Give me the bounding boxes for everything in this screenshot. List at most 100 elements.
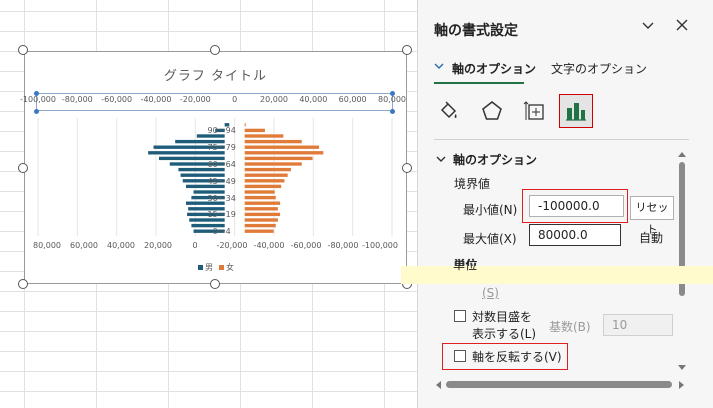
bar-female[interactable] (244, 190, 275, 194)
bottom-axis-tick-label: 80,000 (33, 241, 61, 250)
bar-female[interactable] (244, 123, 246, 127)
bar-female[interactable] (244, 207, 278, 211)
min-bound-input[interactable] (529, 195, 624, 217)
category-label: 45〜49 (207, 176, 236, 186)
chart-resize-handle[interactable] (18, 279, 28, 289)
top-axis-tick-label: -60,000 (101, 95, 133, 104)
top-axis-tick-label: 60,000 (338, 95, 367, 104)
units-label-overlay: 単位 (453, 258, 478, 272)
active-tab-indicator (434, 82, 524, 84)
top-axis-tick-label: -100,000 (20, 95, 56, 104)
bar-female[interactable] (244, 162, 302, 166)
scroll-up-icon[interactable] (676, 150, 688, 160)
reset-button[interactable]: リセット (630, 196, 674, 236)
category-label: 90〜94 (207, 126, 236, 136)
category-label: 30〜34 (207, 193, 236, 203)
log-base-input[interactable] (603, 314, 673, 336)
top-axis-tick-label: 20,000 (260, 95, 288, 104)
bar-female[interactable] (244, 145, 320, 149)
legend-item-female: 女 (219, 262, 234, 273)
bar-female[interactable] (244, 173, 288, 177)
bottom-axis-tick-label: 0 (192, 241, 198, 250)
chevron-down-icon[interactable] (436, 154, 446, 167)
axis-options-button[interactable] (559, 94, 593, 128)
legend-swatch-male (198, 265, 203, 270)
scroll-left-icon[interactable] (434, 380, 444, 390)
bottom-axis-tick-label: -40,000 (253, 241, 285, 250)
chart-resize-handle[interactable] (402, 163, 412, 173)
pane-options-dropdown-icon[interactable] (638, 18, 658, 38)
bar-chart-icon (566, 103, 586, 121)
format-axis-pane: 軸の書式設定 軸のオプション 文字のオプション 軸のオプション 境界値 最小値(… (417, 0, 713, 408)
top-axis-tick-label: 0 (232, 95, 238, 104)
bar-female[interactable] (244, 156, 313, 161)
bar-female[interactable] (244, 134, 284, 138)
chart-resize-handle[interactable] (18, 163, 28, 173)
bar-female[interactable] (244, 201, 281, 205)
category-label: 0〜4 (212, 227, 231, 237)
divider (434, 139, 689, 140)
size-properties-icon (523, 101, 544, 120)
auto-label: 自動 (639, 231, 664, 245)
bar-female[interactable] (244, 184, 282, 189)
legend-item-male: 男 (198, 262, 213, 273)
top-axis-tick-label: 80,000 (378, 95, 406, 104)
pane-title: 軸の書式設定 (434, 23, 518, 39)
section-axis-options-heading[interactable]: 軸のオプション (453, 151, 537, 168)
chevron-down-icon (434, 61, 444, 74)
top-axis-tick-label: -80,000 (61, 95, 93, 104)
bottom-axis-tick-label: 60,000 (70, 241, 98, 250)
bar-female[interactable] (244, 229, 274, 233)
category-label: 75〜79 (207, 143, 236, 153)
bar-female[interactable] (244, 179, 285, 183)
horizontal-scroll-thumb[interactable] (446, 381, 672, 388)
reverse-axis-label: 軸を反転する(V) (472, 350, 562, 364)
bar-female[interactable] (244, 223, 276, 228)
bottom-axis-tick-label: -100,000 (362, 241, 398, 250)
chart-resize-handle[interactable] (402, 45, 412, 55)
bar-female[interactable] (244, 139, 302, 144)
bar-female[interactable] (244, 218, 278, 222)
bottom-axis-tick-label: -60,000 (290, 241, 322, 250)
close-icon[interactable] (672, 17, 692, 37)
legend-label-male: 男 (205, 263, 213, 272)
size-properties-button[interactable] (518, 94, 552, 128)
chart-area[interactable]: グラフ タイトル -100,000 -80,000 -60,000 -40,000 -2… (20, 51, 407, 284)
legend-label-female: 女 (226, 263, 234, 272)
fill-line-button[interactable] (432, 94, 466, 128)
top-axis-tick-label: -40,000 (140, 95, 172, 104)
bar-female[interactable] (244, 151, 324, 155)
log-scale-label-line1: 対数目盛を (472, 310, 533, 324)
bar-female[interactable] (244, 128, 265, 133)
effects-button[interactable] (475, 94, 509, 128)
chart-resize-handle[interactable] (18, 45, 28, 55)
bar-female[interactable] (244, 212, 281, 217)
scroll-right-icon[interactable] (676, 380, 686, 390)
vertical-scrollbar[interactable] (676, 150, 688, 378)
log-base-label: 基数(B) (549, 320, 591, 334)
chart-resize-handle[interactable] (210, 279, 220, 289)
units-secondary-label: (S) (482, 286, 499, 300)
highlight-strip (401, 266, 713, 284)
category-label: 15〜19 (207, 210, 236, 220)
bounds-label: 境界値 (454, 177, 491, 191)
top-axis-tick-label: -20,000 (179, 95, 211, 104)
category-label: 60〜64 (207, 160, 236, 169)
tab-axis-options[interactable]: 軸のオプション (452, 60, 536, 77)
scroll-down-icon[interactable] (676, 362, 688, 372)
pentagon-icon (482, 101, 502, 120)
bottom-axis-tick-label: 20,000 (144, 241, 172, 250)
log-scale-label-line2: 表示する(L) (472, 327, 537, 341)
top-axis-tick-label: 40,000 (299, 95, 328, 104)
max-bound-label: 最大値(X) (463, 232, 517, 246)
reverse-axis-checkbox[interactable] (454, 350, 466, 362)
log-scale-checkbox[interactable] (454, 310, 466, 322)
legend-swatch-female (219, 265, 224, 270)
chart-resize-handle[interactable] (210, 45, 220, 55)
max-bound-input[interactable] (529, 224, 621, 246)
paint-bucket-icon (440, 101, 457, 119)
bar-female[interactable] (244, 195, 276, 200)
bar-female[interactable] (244, 167, 291, 172)
chart-legend[interactable]: 男 女 (198, 262, 234, 273)
tab-text-options[interactable]: 文字のオプション (551, 60, 647, 77)
